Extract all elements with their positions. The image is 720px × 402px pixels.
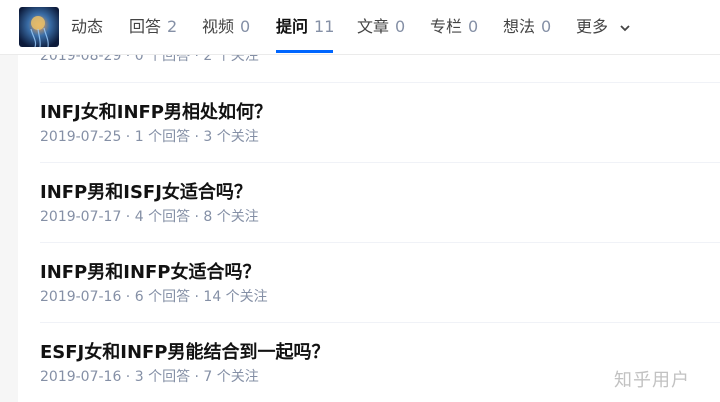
tab-more[interactable]: 更多 <box>576 16 631 38</box>
question-title[interactable]: INFP男和INFP女适合吗？ <box>40 258 261 284</box>
divider <box>40 82 720 83</box>
tab-answers[interactable]: 回答 2 <box>129 16 177 38</box>
profile-tab-bar: 动态 回答 2 视频 0 提问 11 文章 0 专栏 0 想法 0 更多 <box>0 0 720 55</box>
question-title[interactable]: INFP男和ISFJ女适合吗？ <box>40 178 252 204</box>
question-title[interactable]: ESFJ女和INFP男能结合到一起吗？ <box>40 338 330 364</box>
question-meta: 2019-07-17 · 4 个回答 · 8 个关注 <box>40 209 259 225</box>
divider <box>40 242 720 243</box>
chevron-down-icon <box>620 24 630 31</box>
tab-columns[interactable]: 专栏 0 <box>430 16 478 38</box>
question-title[interactable]: INFJ女和INFP男相处如何？ <box>40 98 272 124</box>
tab-videos[interactable]: 视频 0 <box>202 16 250 38</box>
question-list-card: 2019-08-29 · 0 个回答 · 2 个关注 INFJ女和INFP男相处… <box>18 0 720 402</box>
watermark: 知乎用户 <box>614 370 690 391</box>
question-meta: 2019-07-25 · 1 个回答 · 3 个关注 <box>40 129 259 145</box>
tab-articles[interactable]: 文章 0 <box>357 16 405 38</box>
tab-thoughts[interactable]: 想法 0 <box>503 16 551 38</box>
active-tab-indicator <box>276 50 333 53</box>
divider <box>40 322 720 323</box>
question-meta: 2019-07-16 · 3 个回答 · 7 个关注 <box>40 369 259 385</box>
question-meta: 2019-07-16 · 6 个回答 · 14 个关注 <box>40 289 268 305</box>
divider <box>40 162 720 163</box>
tab-dynamics[interactable]: 动态 <box>71 16 103 38</box>
tab-questions[interactable]: 提问 11 <box>276 16 334 38</box>
avatar[interactable] <box>19 7 59 47</box>
